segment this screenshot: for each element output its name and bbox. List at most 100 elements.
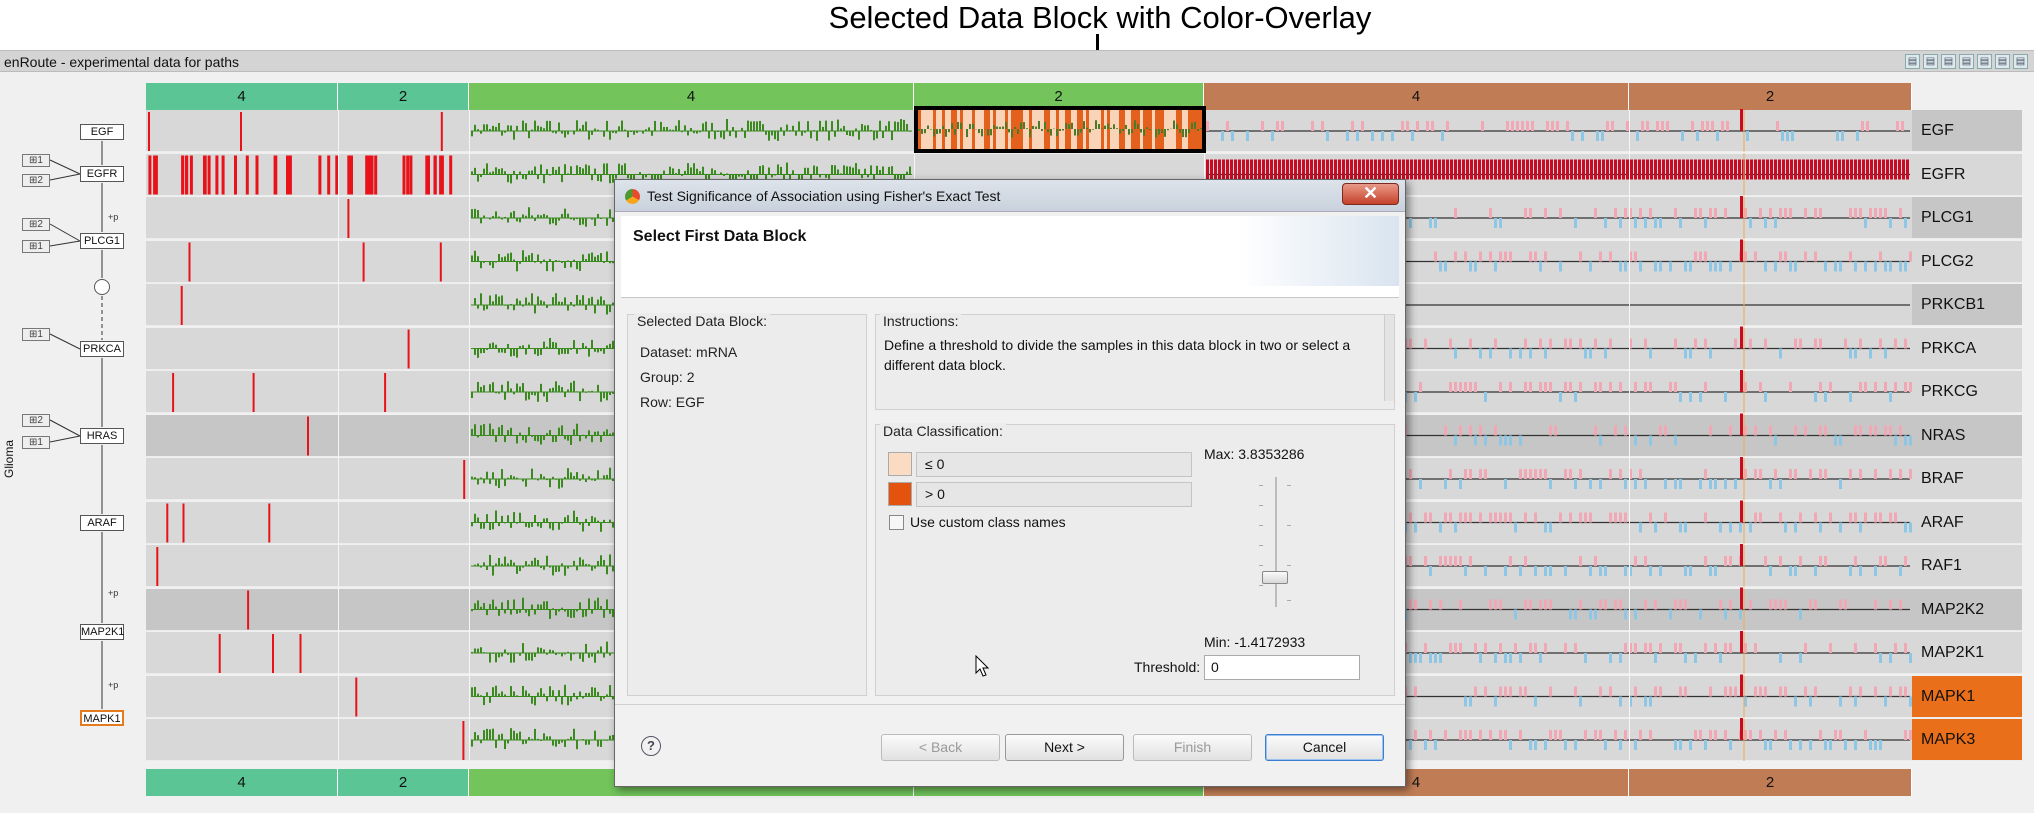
- back-button[interactable]: < Back: [881, 734, 1000, 761]
- expression-bar: [501, 691, 503, 697]
- class-high-color-swatch[interactable]: [888, 482, 912, 506]
- pathway-side-label: Glioma: [2, 439, 16, 478]
- mutation-mark: [215, 155, 219, 195]
- threshold-slider-track[interactable]: [1275, 477, 1277, 607]
- pathway-mini-node[interactable]: ⊞1: [22, 154, 50, 167]
- class-high-name-field[interactable]: > 0: [916, 482, 1192, 507]
- mutation-mark: [172, 373, 175, 412]
- copy-number-gain: [1854, 512, 1857, 523]
- copy-number-bar: [1214, 159, 1217, 180]
- copy-number-loss: [1604, 740, 1607, 750]
- pathway-mini-node[interactable]: ⊞1: [22, 240, 50, 253]
- instructions-scrollbar[interactable]: [1384, 315, 1394, 401]
- selected-data-block[interactable]: [914, 106, 1206, 153]
- expression-bar: [480, 293, 482, 305]
- copy-number-gain: [1504, 686, 1507, 697]
- pathway-node-hras[interactable]: HRAS: [80, 428, 124, 444]
- copy-number-gain: [1769, 425, 1772, 436]
- pathway-node-egfr[interactable]: EGFR: [80, 166, 124, 182]
- close-button[interactable]: ✕: [1342, 183, 1399, 205]
- expression-bar: [741, 127, 743, 131]
- next-button[interactable]: Next >: [1005, 734, 1124, 761]
- expression-bar: [525, 256, 527, 262]
- pathway-mini-node[interactable]: ⊞2: [22, 414, 50, 427]
- expression-bar: [555, 609, 557, 616]
- copy-number-loss: [1624, 566, 1627, 576]
- copy-number-gain: [1469, 382, 1472, 392]
- expression-bar: [537, 125, 539, 131]
- copy-number-gain: [1609, 512, 1612, 523]
- help-icon[interactable]: ?: [641, 736, 661, 756]
- pathway-compound-node[interactable]: [94, 279, 110, 295]
- overlay-expression-bar: [990, 129, 992, 136]
- expression-bar: [843, 125, 845, 131]
- pathway-mini-node[interactable]: ⊞1: [22, 436, 50, 449]
- threshold-label: Threshold:: [1134, 659, 1201, 675]
- expression-bar: [486, 609, 488, 616]
- expression-bar: [516, 733, 518, 740]
- expression-bar: [876, 131, 878, 139]
- copy-number-bar: [1298, 159, 1301, 180]
- copy-number-loss: [1909, 435, 1912, 446]
- copy-number-bar: [1426, 159, 1429, 180]
- expression-bar: [597, 348, 599, 353]
- copy-number-loss: [1509, 740, 1512, 750]
- expression-bar: [558, 348, 560, 355]
- expression-bar: [573, 340, 575, 349]
- class-low-name-field[interactable]: ≤ 0: [916, 452, 1192, 477]
- expression-bar: [816, 166, 818, 175]
- pathway-node-prkca[interactable]: PRKCA: [80, 341, 124, 357]
- expression-bar: [474, 424, 476, 436]
- expression-bar: [525, 435, 527, 443]
- expression-bar: [609, 685, 611, 697]
- expression-bar: [570, 348, 572, 350]
- copy-number-loss: [1689, 566, 1692, 576]
- expression-bar: [480, 131, 482, 134]
- cancel-button[interactable]: Cancel: [1265, 734, 1384, 761]
- expression-bar: [522, 643, 524, 654]
- copy-number-loss: [1869, 348, 1872, 359]
- copy-number-gain: [1459, 512, 1462, 523]
- custom-class-names-checkbox[interactable]: [889, 515, 904, 530]
- threshold-input[interactable]: 0: [1204, 655, 1360, 680]
- expression-bar: [474, 477, 476, 479]
- copy-number-gain: [1804, 686, 1807, 697]
- expression-bar: [531, 696, 533, 704]
- expression-bar: [516, 609, 518, 614]
- slider-tick: [1259, 485, 1263, 486]
- copy-number-gain: [1809, 599, 1812, 610]
- threshold-slider-thumb[interactable]: [1262, 571, 1288, 584]
- pathway-mini-node[interactable]: ⊞1: [22, 328, 50, 341]
- copy-number-bar: [1498, 159, 1501, 180]
- header-banner-graphic: [1239, 216, 1399, 286]
- finish-button[interactable]: Finish: [1133, 734, 1252, 761]
- copy-number-gain: [1804, 251, 1807, 262]
- expression-bar: [576, 261, 578, 270]
- copy-number-bar: [1330, 159, 1333, 180]
- copy-number-gain: [1599, 730, 1602, 740]
- copy-number-gain: [1889, 512, 1892, 523]
- pathway-mini-node[interactable]: ⊞2: [22, 174, 50, 187]
- expression-bar: [501, 602, 503, 610]
- pathway-node-araf[interactable]: ARAF: [80, 515, 124, 531]
- pathway-node-egf[interactable]: EGF: [80, 124, 124, 140]
- overlay-expression-bar: [1149, 129, 1151, 131]
- class-low-color-swatch[interactable]: [888, 452, 912, 476]
- copy-number-loss: [1221, 131, 1224, 141]
- pathway-mini-node[interactable]: ⊞2: [22, 218, 50, 231]
- expression-bar: [513, 476, 515, 479]
- expression-bar: [492, 125, 494, 132]
- expression-bar: [663, 126, 665, 132]
- copy-number-gain: [1206, 121, 1209, 131]
- expression-bar: [573, 609, 575, 618]
- mutation-mark: [247, 590, 250, 630]
- dialog-titlebar[interactable]: Test Significance of Association using F…: [615, 180, 1405, 212]
- expression-bar: [477, 435, 479, 438]
- copy-number-gain: [1699, 730, 1702, 740]
- copy-number-gain: [1904, 338, 1907, 349]
- pathway-node-map2k1[interactable]: MAP2K1: [80, 624, 124, 640]
- overlay-bar: [1083, 110, 1086, 149]
- pathway-node-mapk1[interactable]: MAPK1: [80, 710, 124, 726]
- copy-number-loss: [1889, 392, 1892, 402]
- pathway-node-plcg1[interactable]: PLCG1: [80, 233, 124, 249]
